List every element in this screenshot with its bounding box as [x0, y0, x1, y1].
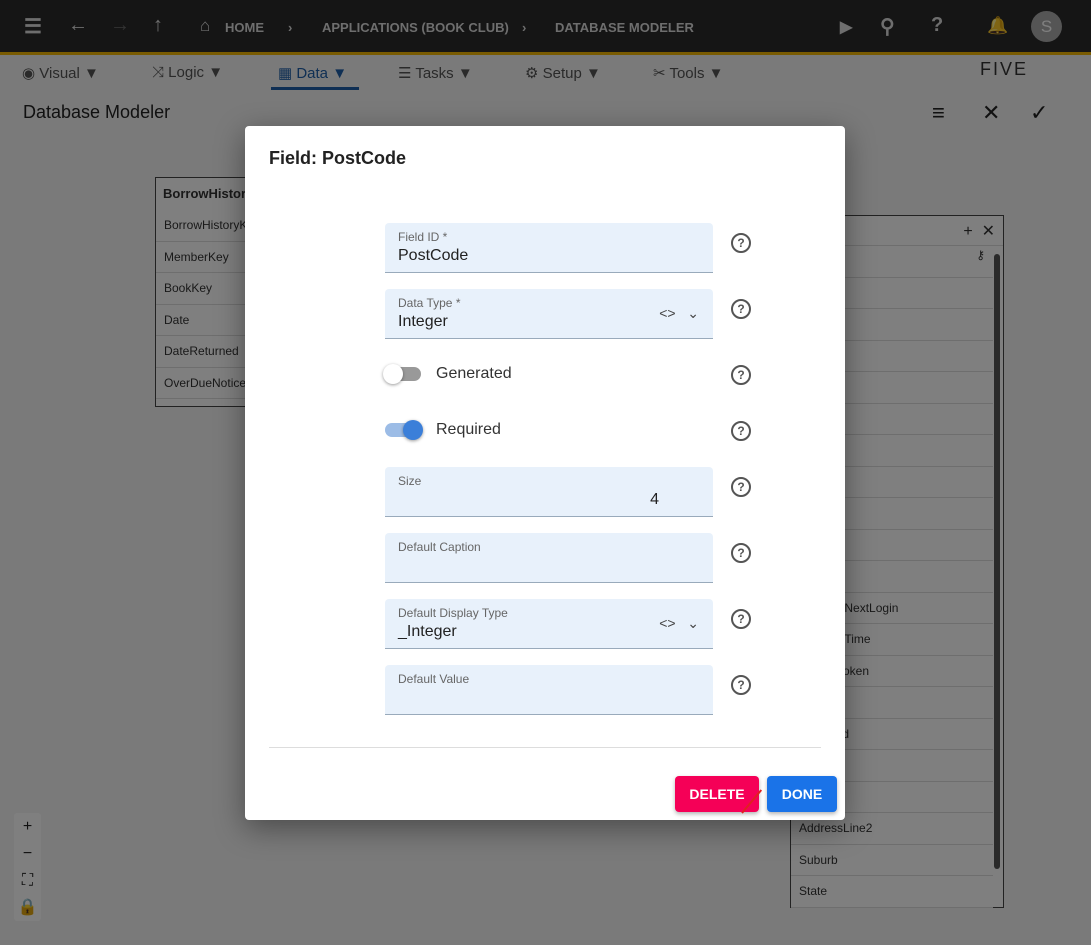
size-label: Size: [398, 474, 422, 488]
data-type-value: Integer: [398, 313, 448, 330]
field-id-label: Field ID *: [398, 230, 448, 244]
help-icon[interactable]: ?: [731, 675, 751, 695]
divider: [269, 747, 821, 748]
code-chevron-down-icon[interactable]: <> ⌄: [659, 615, 699, 632]
size-value: 4: [650, 491, 659, 508]
help-icon[interactable]: ?: [731, 299, 751, 319]
data-type-label: Data Type *: [398, 296, 461, 310]
field-id-input[interactable]: Field ID * PostCode: [385, 223, 713, 273]
field-dialog: Field: PostCode Field ID * PostCode ? Da…: [245, 126, 845, 820]
toggle-knob: [403, 420, 423, 440]
generated-toggle[interactable]: [383, 364, 421, 384]
help-icon[interactable]: ?: [731, 233, 751, 253]
help-icon[interactable]: ?: [731, 477, 751, 497]
default-value-label: Default Value: [398, 672, 470, 686]
code-chevron-down-icon[interactable]: <> ⌄: [659, 305, 699, 322]
field-id-value: PostCode: [398, 247, 469, 264]
default-display-type-value: _Integer: [398, 623, 457, 640]
dialog-title: Field: PostCode: [269, 148, 407, 168]
default-caption-input[interactable]: Default Caption: [385, 533, 713, 583]
toggle-knob: [383, 364, 403, 384]
help-icon[interactable]: ?: [731, 543, 751, 563]
default-display-type-select[interactable]: Default Display Type _Integer <> ⌄: [385, 599, 713, 649]
help-icon[interactable]: ?: [731, 609, 751, 629]
size-input[interactable]: Size 4: [385, 467, 713, 517]
help-icon[interactable]: ?: [731, 421, 751, 441]
data-type-select[interactable]: Data Type * Integer <> ⌄: [385, 289, 713, 339]
done-button[interactable]: DONE: [767, 776, 837, 812]
default-caption-label: Default Caption: [398, 540, 481, 554]
help-icon[interactable]: ?: [731, 365, 751, 385]
generated-label: Generated: [436, 365, 512, 382]
required-toggle[interactable]: [385, 420, 423, 440]
default-value-input[interactable]: Default Value: [385, 665, 713, 715]
required-label: Required: [436, 421, 501, 438]
default-display-type-label: Default Display Type: [398, 606, 508, 620]
